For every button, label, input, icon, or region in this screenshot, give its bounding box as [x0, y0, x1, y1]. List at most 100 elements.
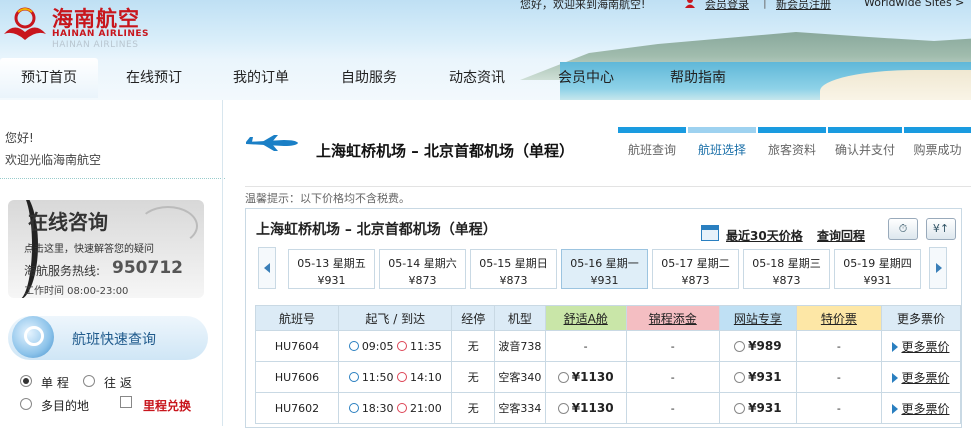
table-row: HU7604 09:05 11:35 无 波音738 - - ¥989 - 更多…: [254, 330, 962, 362]
date-bar: 05-13 星期五 ¥931 05-14 星期六 ¥873 05-15 星期日 ¥87…: [246, 247, 963, 291]
clock-icon: [397, 402, 408, 413]
more-fares[interactable]: 更多票价: [880, 361, 962, 393]
col-dep-arr: 起飞 / 到达: [338, 305, 453, 331]
logo-english-shadow: HAINAN AIRLINES: [52, 40, 139, 50]
clock-icon: [348, 340, 359, 351]
date-tab[interactable]: 05-14 星期六 ¥873: [379, 249, 466, 289]
date-tab[interactable]: 05-17 星期二 ¥873: [652, 249, 739, 289]
greeting-welcome: 欢迎光临海南航空: [5, 153, 102, 167]
plane-icon: [246, 135, 298, 151]
col-aircraft: 机型: [494, 305, 546, 331]
oneway-label: 单 程: [41, 376, 69, 390]
date-tab[interactable]: 05-18 星期三 ¥873: [743, 249, 830, 289]
next-date-arrow[interactable]: [929, 247, 947, 289]
user-icon: [684, 0, 696, 8]
fare-special: -: [795, 330, 882, 362]
stop: 无: [451, 392, 496, 424]
prev-date-arrow[interactable]: [258, 247, 276, 289]
fare-web[interactable]: ¥989: [718, 330, 797, 362]
flight-table: 航班号 起飞 / 到达 经停 机型 舒适A舱 锦程添金 网站专享 特价票 更多票…: [254, 305, 962, 424]
fare-special: -: [795, 361, 882, 393]
step-select: 航班选择: [688, 127, 756, 167]
last-30-days-link[interactable]: 最近30天价格: [726, 227, 803, 244]
col-web-only[interactable]: 网站专享: [718, 305, 797, 331]
date-tab[interactable]: 05-19 星期四 ¥931: [834, 249, 921, 289]
radio-roundtrip[interactable]: [83, 375, 95, 387]
worldwide-sites-link[interactable]: Worldwide Sites >: [864, 0, 964, 9]
stop: 无: [451, 361, 496, 393]
fare-comfort[interactable]: ¥1130: [544, 361, 627, 393]
clock-icon: [397, 340, 408, 351]
arrow-right-icon: [892, 372, 899, 383]
fare-web[interactable]: ¥931: [718, 361, 797, 393]
date-tab[interactable]: 05-15 星期日 ¥873: [470, 249, 557, 289]
logo-english: HAINAN AIRLINES: [52, 29, 149, 39]
member-login-link[interactable]: 会员登录: [705, 0, 749, 12]
nav-help[interactable]: 帮助指南: [655, 58, 741, 98]
divider: [245, 186, 971, 187]
fare-comfort[interactable]: ¥1130: [544, 392, 627, 424]
fare-radio: [557, 372, 569, 383]
aircraft: 波音738: [494, 330, 546, 362]
fare-comfort: -: [544, 330, 627, 362]
step-success: 购票成功: [904, 127, 971, 167]
aircraft: 空客340: [494, 361, 546, 393]
online-consult-banner[interactable]: 在线咨询 点击这里，快速解答您的疑问 海航服务热线: 950712 工作时间 0…: [8, 200, 204, 298]
nav-news[interactable]: 动态资讯: [434, 58, 520, 98]
price-sort-icon[interactable]: ¥↑: [926, 218, 956, 240]
aircraft: 空客334: [494, 392, 546, 424]
mileage-label: 里程兑换: [143, 399, 192, 413]
col-special[interactable]: 特价票: [795, 305, 882, 331]
welcome-text: 您好，欢迎来到海南航空!: [520, 0, 646, 11]
nav-my-orders[interactable]: 我的订单: [218, 58, 304, 98]
clock-icon: [348, 371, 359, 382]
table-row: HU7606 11:50 14:10 无 空客340 ¥1130 - ¥931 …: [254, 361, 962, 393]
nav-online-booking[interactable]: 在线预订: [110, 58, 198, 98]
main-nav: 预订首页 在线预订 我的订单 自助服务 动态资讯 会员中心 帮助指南: [0, 58, 971, 98]
consult-tip: 点击这里，快速解答您的疑问: [24, 244, 154, 255]
arrow-right-icon: [892, 341, 899, 352]
dep-arr-time: 11:50 14:10: [338, 361, 453, 393]
date-tab-selected[interactable]: 05-16 星期一 ¥931: [561, 249, 648, 289]
col-comfort-a[interactable]: 舒适A舱: [544, 305, 627, 331]
date-tab[interactable]: 05-13 星期五 ¥931: [288, 249, 375, 289]
fare-radio: [734, 372, 746, 383]
hainan-logo-icon: [4, 7, 46, 40]
return-search-link[interactable]: 查询回程: [817, 227, 865, 244]
roundtrip-label: 往 返: [104, 376, 132, 390]
mileage-checkbox[interactable]: [120, 396, 132, 408]
fare-web[interactable]: ¥931: [718, 392, 797, 424]
arrow-right-icon: [892, 403, 899, 414]
col-more: 更多票价: [880, 305, 962, 331]
header: 海南航空 HAINAN AIRLINES HAINAN AIRLINES 您好，…: [0, 0, 971, 100]
clock-icon: [397, 371, 408, 382]
register-link[interactable]: 新会员注册: [776, 0, 831, 12]
divider: [0, 178, 225, 179]
step-search: 航班查询: [618, 127, 686, 167]
table-row: HU7602 18:30 21:00 无 空客334 ¥1130 - ¥931 …: [254, 392, 962, 424]
service-hours: 工作时间 08:00-23:00: [24, 286, 129, 297]
radio-multi[interactable]: [20, 398, 32, 410]
clock-icon: [348, 402, 359, 413]
fare-bonus: -: [625, 392, 720, 424]
radio-oneway[interactable]: [20, 375, 32, 387]
main-content: 上海虹桥机场 – 北京首都机场（单程） 航班查询 航班选择 旅客资料 确认并支付…: [232, 120, 971, 428]
consult-title: 在线咨询: [28, 210, 108, 234]
nav-self-service[interactable]: 自助服务: [326, 58, 412, 98]
col-bonus[interactable]: 锦程添金: [625, 305, 720, 331]
nav-booking-home[interactable]: 预订首页: [0, 58, 98, 98]
nav-member-center[interactable]: 会员中心: [543, 58, 629, 98]
hainan-logo[interactable]: 海南航空 HAINAN AIRLINES HAINAN AIRLINES: [2, 2, 162, 50]
quick-flight-search[interactable]: 航班快速查询: [8, 316, 208, 360]
clock-sort-icon[interactable]: ⏱: [888, 218, 918, 240]
flight-number: HU7606: [254, 361, 340, 393]
col-flight-no: 航班号: [254, 305, 340, 331]
more-fares[interactable]: 更多票价: [880, 392, 962, 424]
dep-arr-time: 09:05 11:35: [338, 330, 453, 362]
left-sidebar: 您好! 欢迎光临海南航空 在线咨询 点击这里，快速解答您的疑问 海航服务热线: …: [0, 100, 225, 426]
fare-radio: [734, 341, 746, 352]
dep-arr-time: 18:30 21:00: [338, 392, 453, 424]
multi-label: 多目的地: [41, 399, 90, 413]
fare-bonus: -: [625, 361, 720, 393]
more-fares[interactable]: 更多票价: [880, 330, 962, 362]
